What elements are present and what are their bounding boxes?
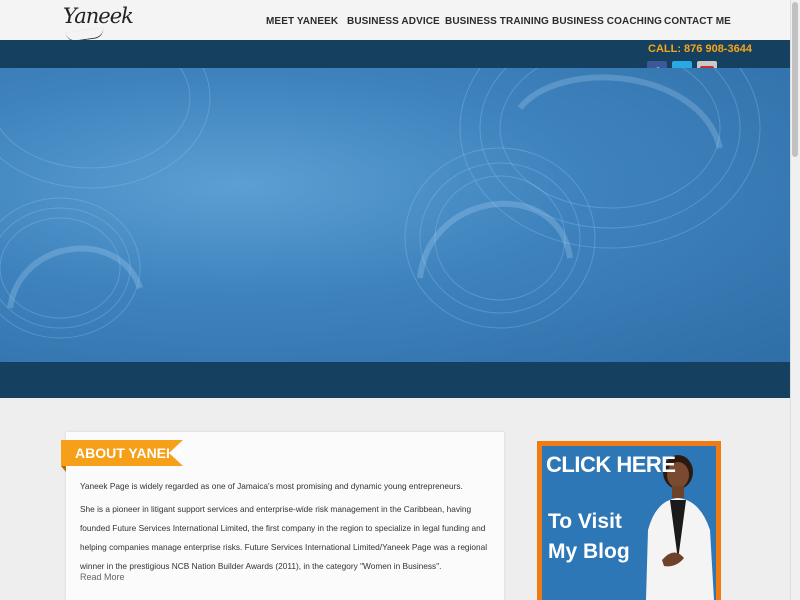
phone-number: CALL: 876 908-3644 [648, 43, 752, 55]
read-more-link[interactable]: Read More [80, 572, 125, 582]
about-body-text: She is a pioneer in litigant support ser… [80, 504, 488, 571]
scrollbar-thumb[interactable] [792, 2, 798, 157]
nav-contact-me[interactable]: CONTACT ME [664, 16, 731, 27]
about-heading: ABOUT YANEEK [61, 440, 185, 472]
about-intro-text: Yaneek Page is widely regarded as one of… [80, 481, 463, 491]
hero-swirl-graphic [0, 68, 761, 339]
hero-bottom-bar [0, 362, 790, 398]
hero-banner [0, 68, 790, 362]
blog-to-visit[interactable]: To Visit [548, 510, 622, 534]
nav-business-advice[interactable]: BUSINESS ADVICE [347, 16, 440, 27]
blog-my-blog[interactable]: My Blog [548, 540, 630, 564]
blog-click-here[interactable]: CLICK HERE [546, 452, 676, 478]
main-nav: MEET YANEEK BUSINESS ADVICE BUSINESS TRA… [0, 16, 790, 30]
nav-meet-yaneek[interactable]: MEET YANEEK [266, 16, 338, 27]
nav-business-training[interactable]: BUSINESS TRAINING [445, 16, 549, 27]
nav-business-coaching[interactable]: BUSINESS COACHING [552, 16, 662, 27]
